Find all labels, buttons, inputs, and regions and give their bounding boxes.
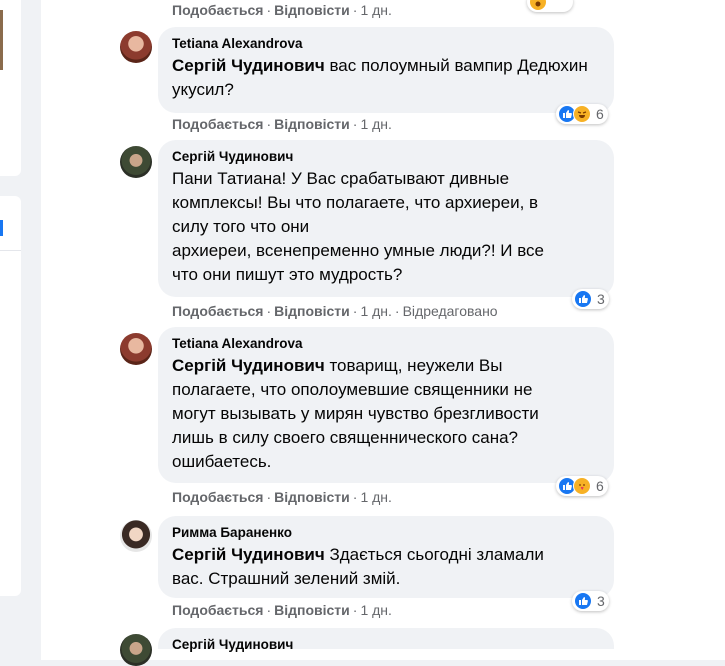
comment-author[interactable]: Римма Бараненко: [172, 524, 602, 542]
comment-text: Сергій Чудинович вас полоумный вампир Де…: [172, 56, 588, 99]
mention-link[interactable]: Сергій Чудинович: [172, 356, 325, 375]
left-card-mid: [0, 196, 21, 596]
comment-author[interactable]: Сергій Чудинович: [172, 148, 602, 166]
comment-actions: Подобається · Відповісти · 1 дн.: [172, 116, 392, 132]
link-marker[interactable]: [0, 220, 3, 236]
like-action[interactable]: Подобається: [172, 116, 263, 132]
avatar[interactable]: [120, 146, 152, 178]
comment-text: Пани Татиана! У Вас срабатывают дивные к…: [172, 169, 544, 284]
like-icon: [574, 592, 592, 610]
reply-action[interactable]: Відповісти: [274, 116, 350, 132]
comment-bubble: Сергій Чудинович Пани Татиана! У Вас сра…: [158, 140, 614, 297]
timestamp[interactable]: 1 дн.: [360, 303, 391, 319]
like-action[interactable]: Подобається: [172, 602, 263, 618]
avatar[interactable]: [120, 634, 152, 666]
reaction-count: 6: [596, 106, 604, 122]
like-action[interactable]: Подобається: [172, 303, 263, 319]
comment-actions: Подобається · Відповісти · 1 дн.: [172, 2, 392, 18]
reactions-badge[interactable]: [527, 0, 573, 12]
comment-author[interactable]: Tetiana Alexandrova: [172, 335, 602, 353]
edited-label[interactable]: Відредаговано: [403, 303, 498, 319]
timestamp[interactable]: 1 дн.: [360, 602, 391, 618]
avatar[interactable]: [120, 333, 152, 365]
timestamp[interactable]: 1 дн.: [360, 116, 391, 132]
comment-author[interactable]: Tetiana Alexandrova: [172, 35, 602, 53]
avatar[interactable]: [120, 520, 152, 552]
reactions-badge[interactable]: 6: [556, 104, 608, 124]
mention-link[interactable]: Сергій Чудинович: [172, 545, 325, 564]
reaction-count: 6: [596, 478, 604, 494]
like-action[interactable]: Подобається: [172, 489, 263, 505]
comment-actions: Подобається · Відповісти · 1 дн.: [172, 489, 392, 505]
comment-text: Сергій Чудинович Здається сьогодні злама…: [172, 545, 544, 588]
reaction-count: 3: [597, 291, 605, 307]
mention-link[interactable]: Сергій Чудинович: [172, 56, 325, 75]
reactions-badge[interactable]: 3: [572, 289, 609, 309]
avatar[interactable]: [120, 31, 152, 63]
comment-text: Сергій Чудинович товарищ, неужели Вы пол…: [172, 356, 539, 471]
reactions-badge[interactable]: 6: [556, 476, 608, 496]
comment-bubble: Tetiana Alexandrova Сергій Чудинович тов…: [158, 327, 614, 483]
divider: [0, 250, 21, 251]
like-icon: [574, 290, 592, 308]
comment-actions: Подобається · Відповісти · 1 дн.: [172, 602, 392, 618]
comment-author[interactable]: Сергій Чудинович: [172, 636, 602, 654]
comment-bubble: Римма Бараненко Сергій Чудинович Здаєтьс…: [158, 516, 614, 598]
haha-icon: [573, 105, 591, 123]
comment-bubble: Сергій Чудинович: [158, 628, 614, 652]
photo-thumbnail[interactable]: [0, 10, 3, 70]
reply-action[interactable]: Відповісти: [274, 303, 350, 319]
reply-action[interactable]: Відповісти: [274, 489, 350, 505]
haha-icon: [529, 0, 547, 11]
reactions-badge[interactable]: 3: [572, 591, 609, 611]
care-icon: [573, 477, 591, 495]
comment-bubble: Tetiana Alexandrova Сергій Чудинович вас…: [158, 27, 614, 113]
timestamp[interactable]: 1 дн.: [360, 2, 391, 18]
like-action[interactable]: Подобається: [172, 2, 263, 18]
reaction-count: 3: [597, 593, 605, 609]
left-card-top: [0, 0, 21, 176]
timestamp[interactable]: 1 дн.: [360, 489, 391, 505]
reply-action[interactable]: Відповісти: [274, 2, 350, 18]
comment-actions: Подобається · Відповісти · 1 дн. · Відредагова…: [172, 303, 498, 319]
reply-action[interactable]: Відповісти: [274, 602, 350, 618]
